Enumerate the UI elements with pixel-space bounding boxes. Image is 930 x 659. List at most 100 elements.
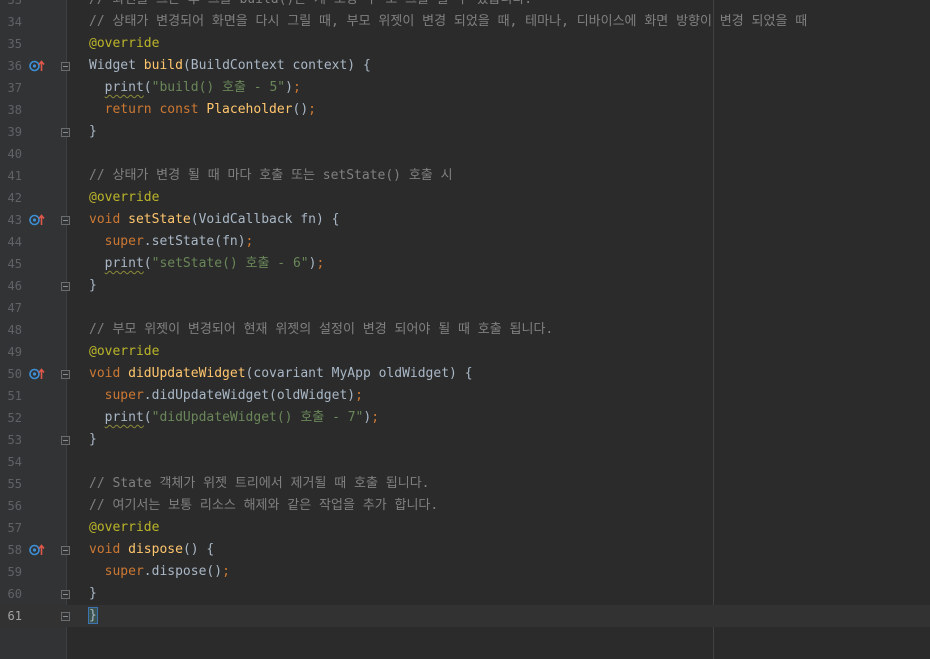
code-text: } <box>89 275 97 297</box>
code-line[interactable]: 37 print("build() 호출 - 5"); <box>0 77 930 99</box>
code-line[interactable]: 54 <box>0 451 930 473</box>
code-line[interactable]: 48 // 부모 위젯이 변경되어 현재 위젯의 설정이 변경 되어야 될 때 호… <box>0 319 930 341</box>
line-number: 45 <box>7 257 22 271</box>
code-line[interactable]: 46} <box>0 275 930 297</box>
code-line[interactable]: 47 <box>0 297 930 319</box>
code-line[interactable]: 43 void setState(VoidCallback fn) { <box>0 209 930 231</box>
code-text: @override <box>89 517 159 539</box>
code-line[interactable]: 39} <box>0 121 930 143</box>
override-gutter-icon[interactable] <box>29 214 45 226</box>
code-token: ; <box>355 388 363 403</box>
code-line[interactable]: 55 // State 객체가 위젯 트리에서 제거될 때 호출 됩니다. <box>0 473 930 495</box>
line-number: 40 <box>7 147 22 161</box>
code-text: super.setState(fn); <box>89 231 254 253</box>
code-token: ; <box>292 80 301 95</box>
override-gutter-icon[interactable] <box>29 60 45 72</box>
fold-marker-icon[interactable] <box>61 612 70 621</box>
code-token: ; <box>371 410 380 425</box>
line-number: 56 <box>7 499 22 513</box>
fold-marker-icon[interactable] <box>61 282 70 291</box>
code-line[interactable]: 41 // 상태가 변경 될 때 마다 호출 또는 setState() 호출 시 <box>0 165 930 187</box>
fold-marker-icon[interactable] <box>61 436 70 445</box>
code-token: "didUpdateWidget() 호출 - 7" <box>151 410 364 425</box>
code-line[interactable]: 42 @override <box>0 187 930 209</box>
code-token: (VoidCallback fn) { <box>190 212 340 227</box>
code-line[interactable]: 40 <box>0 143 930 165</box>
code-token: } <box>89 278 97 293</box>
code-token: print <box>104 80 144 95</box>
code-line[interactable]: 36 Widget build(BuildContext context) { <box>0 55 930 77</box>
code-line[interactable]: 56 // 여기서는 보통 리소스 해제와 같은 작업을 추가 합니다. <box>0 495 930 517</box>
code-token: } <box>88 607 98 624</box>
fold-marker-icon[interactable] <box>61 370 70 379</box>
code-line[interactable]: 59 super.dispose(); <box>0 561 930 583</box>
code-line[interactable]: 33 // 화면을 그는 후 그를 build()는 계 모정 수 도 그를 을 … <box>0 0 930 11</box>
code-line[interactable]: 35 @override <box>0 33 930 55</box>
code-token: ) <box>285 80 293 95</box>
code-text: void didUpdateWidget(covariant MyApp old… <box>89 363 473 385</box>
line-number: 49 <box>7 345 22 359</box>
code-line[interactable]: 49 @override <box>0 341 930 363</box>
code-text: // 상태가 변경되어 화면을 다시 그릴 때, 부모 위젯이 변경 되었을 때… <box>89 11 807 33</box>
code-token: "build() 호출 - 5" <box>151 80 286 95</box>
code-text: @override <box>89 341 159 363</box>
code-text: return const Placeholder(); <box>89 99 316 121</box>
line-number: 43 <box>7 213 22 227</box>
code-line[interactable]: 51 super.didUpdateWidget(oldWidget); <box>0 385 930 407</box>
code-token: build <box>143 58 183 73</box>
code-token: @override <box>89 344 160 359</box>
line-number: 44 <box>7 235 22 249</box>
code-line[interactable]: 44 super.setState(fn); <box>0 231 930 253</box>
line-number: 34 <box>7 15 22 29</box>
code-token: // 상태가 변경되어 화면을 다시 그릴 때, 부모 위젯이 변경 되었을 때… <box>89 14 808 29</box>
code-token: // 화면을 그는 후 그를 build()는 계 모정 수 도 그를 을 수 … <box>89 0 532 7</box>
line-number: 42 <box>7 191 22 205</box>
line-number: 52 <box>7 411 22 425</box>
code-line[interactable]: 61} <box>0 605 930 627</box>
code-token: .dispose() <box>143 564 223 579</box>
code-line[interactable]: 53} <box>0 429 930 451</box>
line-number: 59 <box>7 565 22 579</box>
code-line[interactable]: 57 @override <box>0 517 930 539</box>
code-token: Widget <box>89 58 144 73</box>
override-gutter-icon[interactable] <box>29 368 45 380</box>
line-number: 61 <box>7 609 22 623</box>
code-line[interactable]: 52 print("didUpdateWidget() 호출 - 7"); <box>0 407 930 429</box>
fold-marker-icon[interactable] <box>61 590 70 599</box>
code-token: return const <box>104 102 207 117</box>
code-token: () <box>292 102 309 117</box>
fold-marker-icon[interactable] <box>61 216 70 225</box>
code-token: // 부모 위젯이 변경되어 현재 위젯의 설정이 변경 되어야 될 때 호출 … <box>89 322 554 337</box>
code-token: ; <box>308 102 316 117</box>
fold-marker-icon[interactable] <box>61 62 70 71</box>
code-token: print <box>104 410 144 425</box>
code-line[interactable]: 45 print("setState() 호출 - 6"); <box>0 253 930 275</box>
line-number: 35 <box>7 37 22 51</box>
fold-marker-icon[interactable] <box>61 546 70 555</box>
code-line[interactable]: 38 return const Placeholder(); <box>0 99 930 121</box>
code-token: setState <box>128 212 191 227</box>
code-token: (covariant MyApp oldWidget) { <box>245 366 473 381</box>
override-gutter-icon[interactable] <box>29 544 45 556</box>
line-number: 50 <box>7 367 22 381</box>
line-number: 33 <box>7 0 22 7</box>
code-token: @override <box>89 36 160 51</box>
code-token: ( <box>143 80 152 95</box>
code-line[interactable]: 58 void dispose() { <box>0 539 930 561</box>
code-token: "setState() 호출 - 6" <box>151 256 309 271</box>
code-editor[interactable]: 33 // 화면을 그는 후 그를 build()는 계 모정 수 도 그를 을 … <box>0 0 930 659</box>
code-token: .setState(fn) <box>143 234 246 249</box>
fold-marker-icon[interactable] <box>61 128 70 137</box>
code-line[interactable]: 34 // 상태가 변경되어 화면을 다시 그릴 때, 부모 위젯이 변경 되었을… <box>0 11 930 33</box>
code-token: ; <box>316 256 325 271</box>
code-line[interactable]: 60} <box>0 583 930 605</box>
line-number: 47 <box>7 301 22 315</box>
code-token: super <box>104 234 144 249</box>
code-text: } <box>89 121 97 143</box>
line-number: 41 <box>7 169 22 183</box>
code-token: .didUpdateWidget(oldWidget) <box>143 388 356 403</box>
code-line[interactable]: 50 void didUpdateWidget(covariant MyApp o… <box>0 363 930 385</box>
